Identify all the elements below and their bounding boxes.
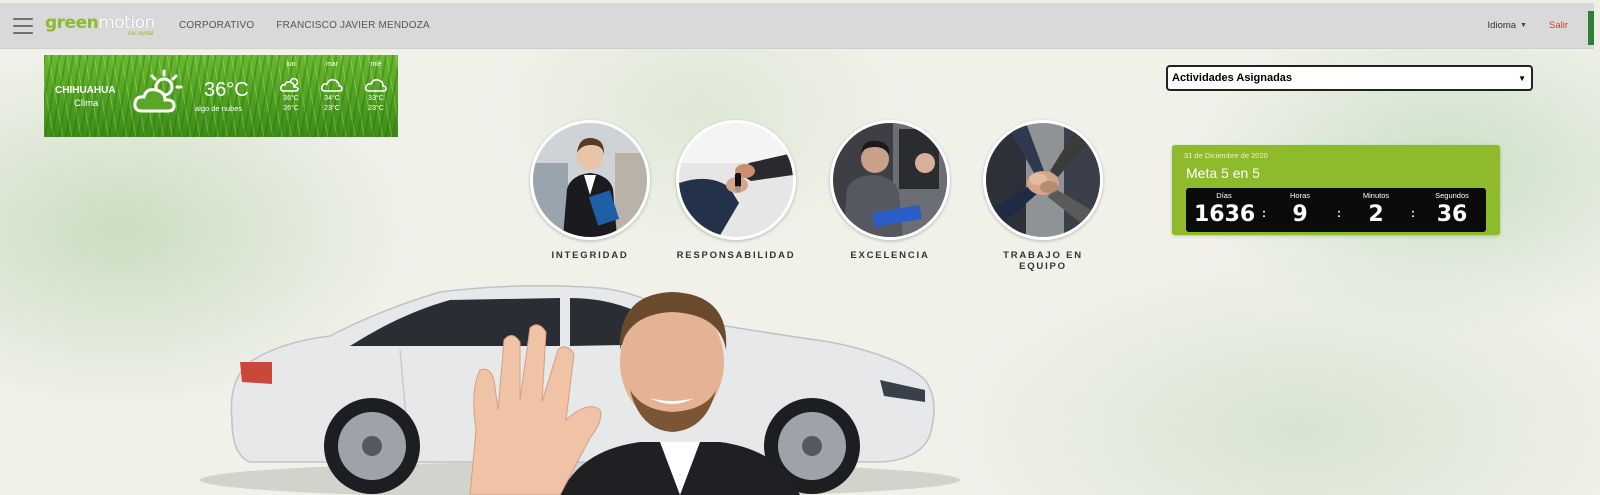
top-navbar: greenmotion car rental CORPORATIVO FRANC… — [0, 3, 1594, 49]
value-label: TRABAJO EN EQUIPO — [1003, 250, 1083, 272]
businesswoman-photo — [530, 120, 650, 240]
language-label: Idioma — [1487, 20, 1517, 31]
countdown-title: Meta 5 en 5 — [1186, 165, 1260, 181]
activities-selected-value: Actividades Asignadas — [1172, 72, 1293, 84]
logout-link[interactable]: Salir — [1549, 20, 1568, 31]
unit-label: Minutos — [1362, 191, 1390, 200]
countdown-days: Días 1636 — [1194, 188, 1256, 227]
activities-select[interactable]: Actividades Asignadas ▼ — [1166, 65, 1533, 91]
value-label: EXCELENCIA — [850, 250, 930, 261]
caret-down-icon: ▼ — [1520, 22, 1527, 29]
value-excelencia[interactable]: EXCELENCIA — [828, 120, 952, 261]
weather-condition: algo de nubes — [195, 104, 243, 113]
logo-tagline: car rental — [127, 30, 153, 37]
nav-user-name[interactable]: FRANCISCO JAVIER MENDOZA — [276, 20, 430, 31]
forecast-low: 23°C — [368, 105, 384, 112]
unit-label: Días — [1216, 191, 1232, 200]
team-hands-photo — [983, 120, 1103, 240]
forecast-day-label: mié — [370, 61, 382, 68]
dropdown-arrow-icon: ▼ — [1518, 74, 1526, 83]
countdown-timer: Días 1636 : Horas 9 : Minutos 2 : Segund… — [1186, 188, 1486, 232]
weather-temperature: 36°C — [204, 79, 249, 101]
forecast-day-label: lun — [286, 61, 296, 68]
weather-label: Clima — [74, 98, 99, 109]
countdown-card: 31 de Diciembre de 2020 Meta 5 en 5 Días… — [1172, 145, 1500, 235]
forecast-low: 26°C — [283, 105, 299, 112]
countdown-minutes: Minutos 2 — [1346, 188, 1406, 227]
forecast-high: 34°C — [324, 95, 340, 102]
weather-widget: CHIHUAHUA Clima 36°C algo de nubes lun 3… — [44, 55, 398, 137]
unit-label: Segundos — [1435, 191, 1469, 200]
separator: : — [1337, 206, 1341, 220]
weather-city: CHIHUAHUA — [55, 85, 116, 96]
logo-motion: motion — [98, 12, 155, 33]
car-inspection-photo — [830, 120, 950, 240]
value-responsabilidad[interactable]: RESPONSABILIDAD — [674, 120, 798, 261]
unit-value: 2 — [1368, 202, 1384, 227]
hero-car-man-illustration — [200, 285, 960, 495]
unit-value: 36 — [1436, 202, 1468, 227]
forecast-high: 36°C — [283, 95, 299, 102]
countdown-date: 31 de Diciembre de 2020 — [1184, 151, 1268, 160]
unit-value: 1636 — [1194, 202, 1256, 227]
separator: : — [1411, 206, 1415, 220]
nav-corporativo[interactable]: CORPORATIVO — [179, 20, 254, 31]
cloud-icon — [321, 79, 343, 92]
value-trabajo-en-equipo[interactable]: TRABAJO EN EQUIPO — [981, 120, 1105, 272]
forecast-day-label: mar — [325, 61, 339, 68]
logo-green: green — [45, 12, 99, 33]
hamburger-icon[interactable] — [13, 17, 33, 34]
value-integridad[interactable]: INTEGRIDAD — [528, 120, 652, 261]
forecast-day: lun 36°C 26°C — [276, 61, 306, 114]
edge-strip — [1588, 11, 1594, 45]
partly-cloudy-icon — [280, 77, 299, 92]
forecast-day: mar 34°C 23°C — [317, 61, 347, 114]
unit-value: 9 — [1292, 202, 1308, 227]
forecast-day: mié 33°C 23°C — [361, 61, 391, 114]
logo[interactable]: greenmotion car rental — [45, 13, 157, 39]
value-label: INTEGRIDAD — [551, 250, 629, 261]
unit-label: Horas — [1289, 191, 1310, 200]
countdown-hours: Horas 9 — [1270, 188, 1330, 227]
partly-cloudy-icon — [133, 69, 183, 113]
language-dropdown[interactable]: Idioma ▼ — [1488, 20, 1527, 31]
separator: : — [1262, 206, 1266, 220]
key-handover-photo — [676, 120, 796, 240]
forecast-high: 33°C — [368, 95, 384, 102]
forecast-low: 23°C — [324, 105, 340, 112]
value-label: RESPONSABILIDAD — [676, 250, 796, 261]
cloud-icon — [365, 79, 387, 92]
countdown-seconds: Segundos 36 — [1422, 188, 1482, 227]
